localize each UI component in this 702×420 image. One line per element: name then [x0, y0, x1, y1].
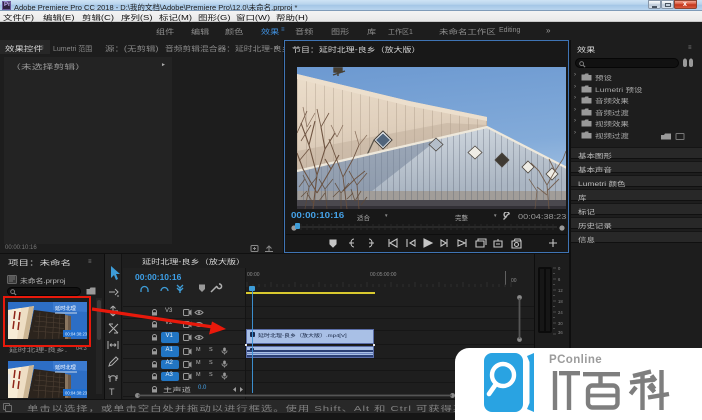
svg-text:T: T: [109, 387, 115, 397]
svg-text:12: 12: [558, 288, 563, 293]
svg-text:30: 30: [558, 321, 563, 326]
svg-text:PConline: PConline: [549, 354, 602, 366]
svg-text:00:04:38:23: 00:04:38:23: [65, 391, 87, 396]
svg-text:24: 24: [558, 310, 563, 315]
svg-text:18: 18: [558, 299, 563, 304]
svg-text:延时北理: 延时北理: [55, 363, 77, 371]
svg-text:36: 36: [558, 330, 563, 335]
svg-text:6: 6: [558, 277, 561, 282]
svg-text:0: 0: [558, 267, 561, 271]
